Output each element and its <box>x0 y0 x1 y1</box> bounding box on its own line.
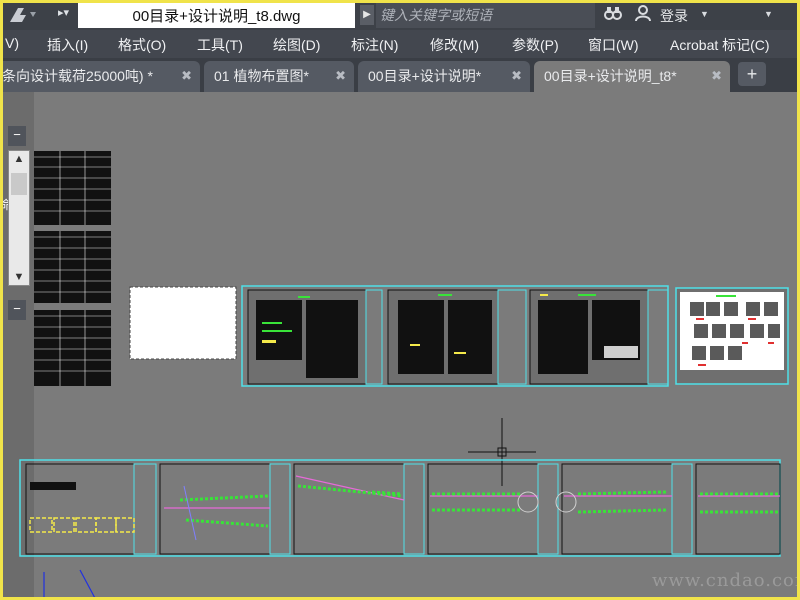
watermark-text: www.cndao.com <box>652 570 800 591</box>
table-sheet-thumbnail <box>34 310 111 386</box>
table-sheet-thumbnail <box>34 151 111 225</box>
sheet-row-bottom <box>19 459 781 557</box>
sheet-row-top <box>241 285 669 387</box>
crosshair-cursor-icon <box>468 418 536 486</box>
model-linework <box>43 569 97 600</box>
drawing-canvas[interactable] <box>0 0 800 600</box>
photo-reference-sheet[interactable] <box>675 287 789 385</box>
blank-layout-viewport[interactable] <box>129 286 237 360</box>
table-sheet-thumbnail <box>34 231 111 303</box>
